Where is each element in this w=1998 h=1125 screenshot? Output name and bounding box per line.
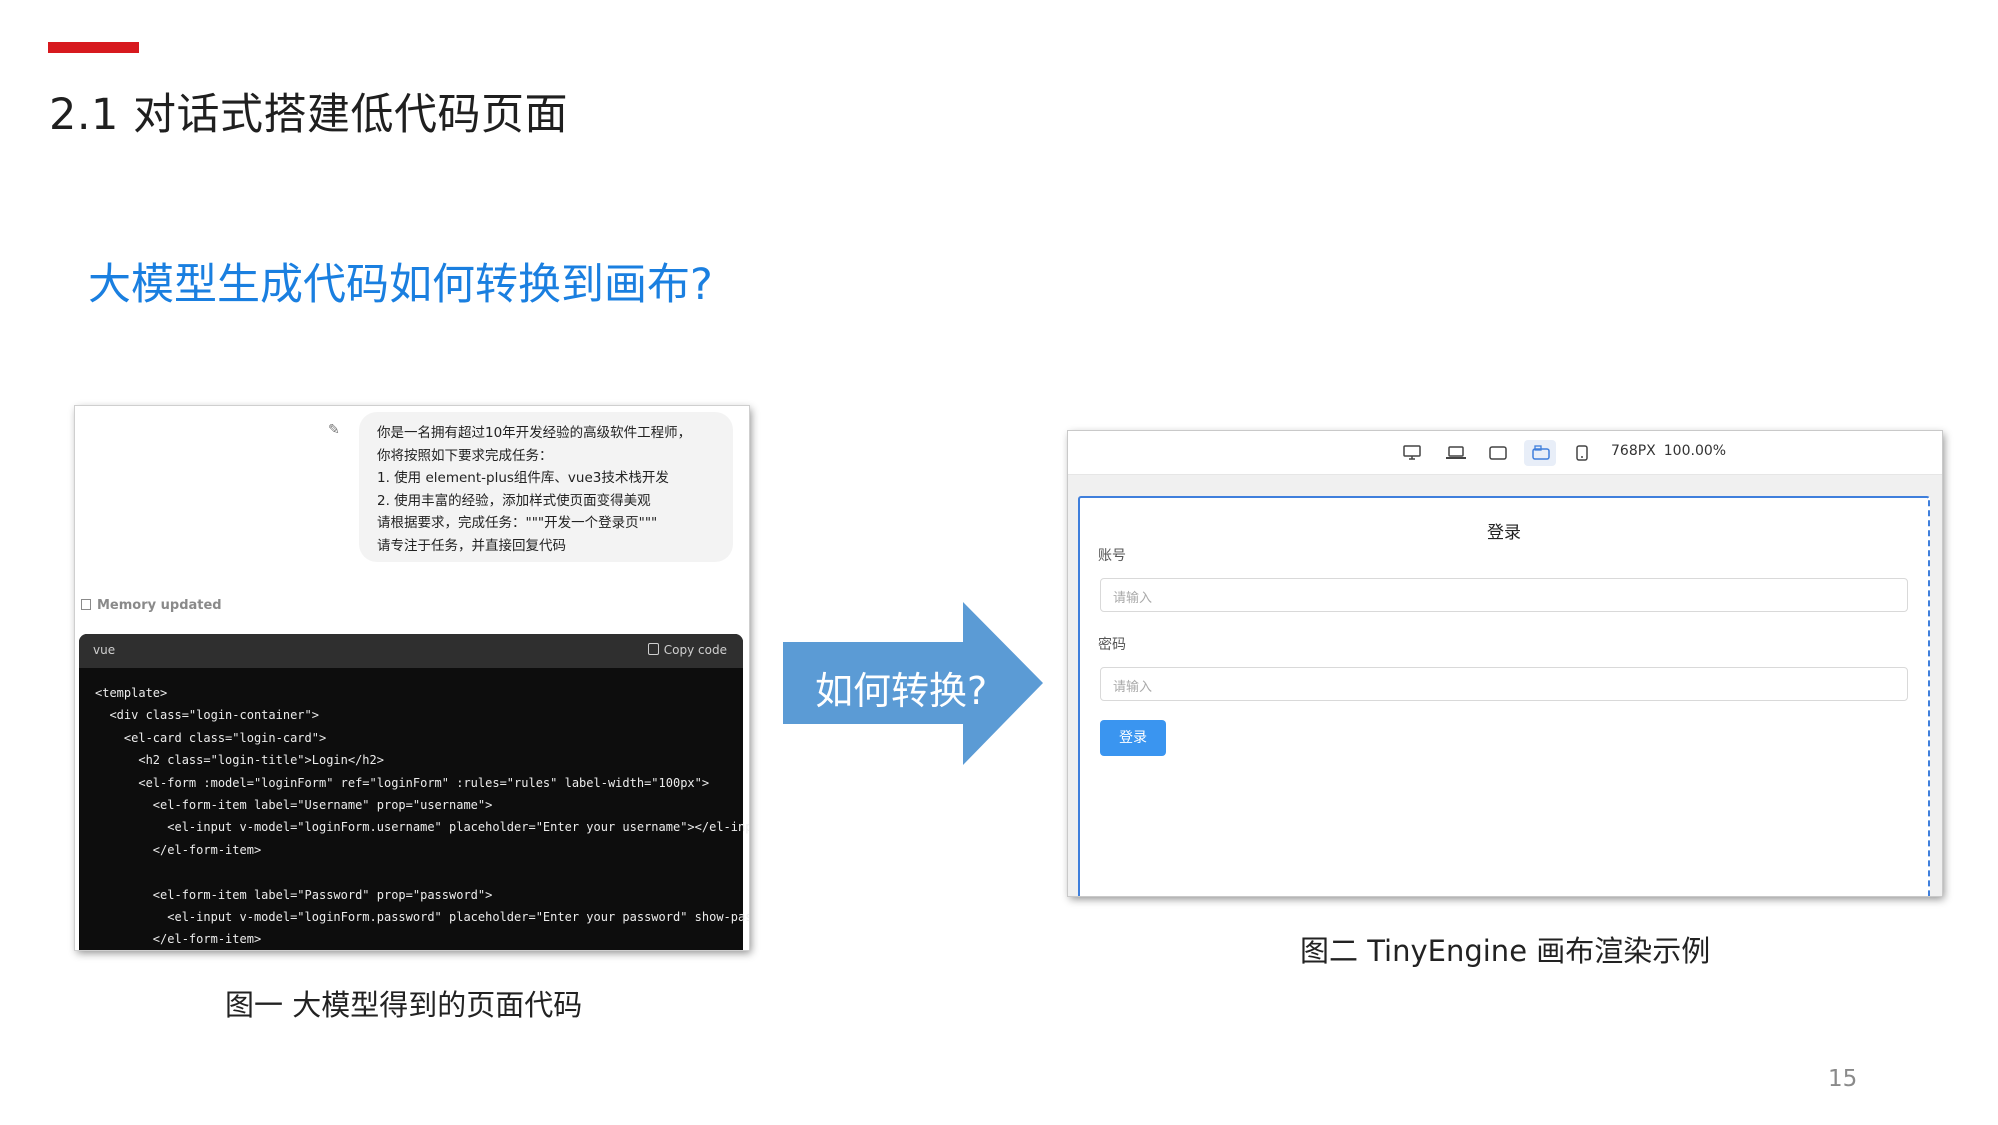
code-line: <el-form-item label="Username" prop="use… <box>95 798 493 813</box>
copy-code-label: Copy code <box>663 643 727 657</box>
figure2-caption: 图二 TinyEngine 画布渲染示例 <box>1300 934 1711 968</box>
page-number: 15 <box>1828 1066 1858 1092</box>
edit-pencil-icon[interactable]: ✎ <box>328 422 340 438</box>
phone-icon[interactable] <box>1567 440 1599 466</box>
prompt-line: 请根据要求，完成任务："""开发一个登录页""" <box>377 515 658 531</box>
code-line: <el-form-item label="Password" prop="pas… <box>95 887 493 902</box>
memory-icon <box>81 599 91 610</box>
accent-bar <box>48 42 139 53</box>
arrow-label: 如何转换? <box>815 669 988 713</box>
canvas-page[interactable]: 登录 账号 请输入 密码 请输入 登录 <box>1078 496 1930 896</box>
prompt-line: 1. 使用 element-plus组件库、vue3技术栈开发 <box>377 470 669 486</box>
code-language-label: vue <box>93 643 116 657</box>
code-block: vue Copy code <template> <div class="log… <box>79 634 749 950</box>
copy-icon <box>647 643 659 655</box>
prompt-line: 请专注于任务，并直接回复代码 <box>377 537 566 554</box>
password-label: 密码 <box>1098 637 1126 653</box>
zoom-level[interactable]: 100.00% <box>1664 443 1726 459</box>
tablet-icon[interactable] <box>1481 440 1513 466</box>
code-line: <template> <box>95 686 168 700</box>
figure1-caption: 图一 大模型得到的页面代码 <box>225 988 583 1022</box>
viewport-info: 768PX 100.00% <box>1611 443 1734 459</box>
account-label: 账号 <box>1098 548 1126 564</box>
memory-updated-notice[interactable]: Memory updated <box>81 598 222 613</box>
prompt-line: 2. 使用丰富的经验，添加样式使页面变得美观 <box>377 492 651 509</box>
prompt-line: 你将按照如下要求完成任务： <box>377 447 553 464</box>
code-line: </el-form-item> <box>95 842 262 857</box>
code-line: <el-form :model="loginForm" ref="loginFo… <box>95 775 710 790</box>
code-line: <el-card class="login-card"> <box>95 730 327 745</box>
desktop-icon[interactable] <box>1395 440 1427 466</box>
figure-chat-screenshot: ✎ 你是一名拥有超过10年开发经验的高级软件工程师， 你将按照如下要求完成任务：… <box>75 406 749 950</box>
code-body: <template> <div class="login-container">… <box>79 668 749 950</box>
canvas-toolbar: 768PX 100.00% <box>1068 431 1942 475</box>
figure-canvas-screenshot: 768PX 100.00% 登录 账号 请输入 密码 请输入 登录 <box>1068 431 1942 896</box>
code-block-header: vue Copy code <box>79 634 743 668</box>
code-line: <el-input v-model="loginForm.password" p… <box>167 910 749 925</box>
code-line: <el-input v-model="loginForm.username" p… <box>95 820 749 835</box>
tablet-landscape-icon[interactable] <box>1524 440 1556 466</box>
account-input[interactable]: 请输入 <box>1100 578 1908 612</box>
code-line: <div class="login-container"> <box>95 708 319 723</box>
prompt-line: 你是一名拥有超过10年开发经验的高级软件工程师， <box>377 425 692 441</box>
slide-subtitle: 大模型生成代码如何转换到画布? <box>88 260 713 310</box>
password-input[interactable]: 请输入 <box>1100 667 1908 701</box>
code-line: </el-form-item> <box>95 932 262 947</box>
memory-text: Memory updated <box>97 598 222 613</box>
laptop-icon[interactable] <box>1438 440 1470 466</box>
code-line: <h2 class="login-title">Login</h2> <box>95 753 384 768</box>
viewport-width: 768PX <box>1611 443 1656 459</box>
login-title: 登录 <box>1487 523 1521 543</box>
prompt-bubble: 你是一名拥有超过10年开发经验的高级软件工程师， 你将按照如下要求完成任务： 1… <box>359 412 733 562</box>
copy-code-button[interactable]: Copy code <box>647 643 727 657</box>
slide-title: 2.1 对话式搭建低代码页面 <box>49 90 569 140</box>
login-button[interactable]: 登录 <box>1100 720 1166 756</box>
